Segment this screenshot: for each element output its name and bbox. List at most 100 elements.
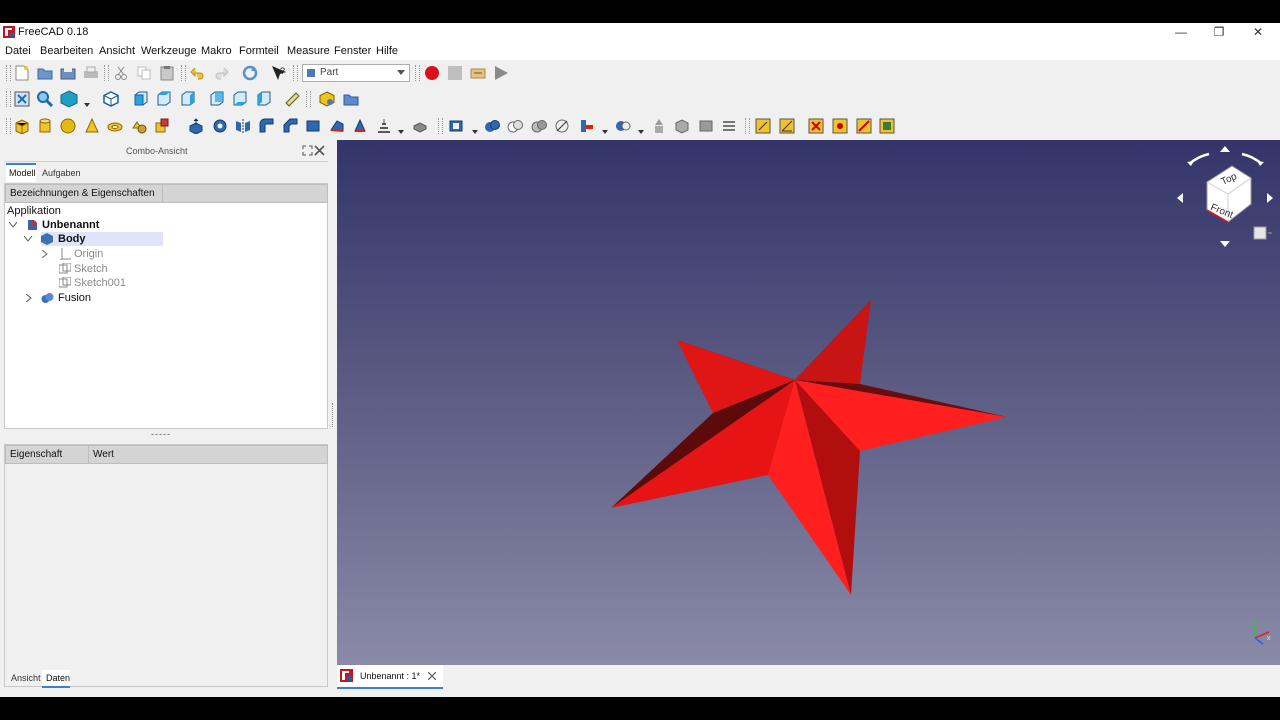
cut-shape-icon[interactable]	[483, 117, 501, 135]
draw-style-icon[interactable]	[60, 90, 78, 108]
float-icon[interactable]	[302, 145, 313, 156]
menu-makro[interactable]: Makro	[201, 45, 232, 57]
document-label: Unbenannt	[42, 219, 100, 231]
make-face-icon[interactable]	[304, 117, 322, 135]
create-group-icon[interactable]	[342, 90, 360, 108]
star-model[interactable]	[337, 140, 1280, 665]
chevron-right-icon	[42, 250, 48, 258]
menu-bearbeiten[interactable]: Bearbeiten	[40, 45, 93, 57]
rear-view-icon[interactable]	[207, 90, 225, 108]
tree-item-body[interactable]: Body	[24, 232, 163, 246]
macro-edit-icon[interactable]	[469, 64, 487, 82]
revolve-icon[interactable]	[211, 117, 229, 135]
cube-icon[interactable]	[13, 117, 31, 135]
join-features-icon[interactable]	[578, 117, 596, 135]
shape-builder-icon[interactable]	[153, 117, 171, 135]
cross-sections-icon[interactable]	[720, 117, 738, 135]
document-tab[interactable]: Unbenannt : 1*	[337, 665, 443, 689]
3d-viewport[interactable]: Top Front x	[337, 140, 1280, 665]
left-view-icon[interactable]	[254, 90, 272, 108]
measure-toggle-delta-icon[interactable]	[878, 117, 896, 135]
measure-toggle-3d-icon[interactable]	[855, 117, 873, 135]
measure-clear-icon[interactable]	[807, 117, 825, 135]
new-file-icon[interactable]	[13, 64, 31, 82]
body-icon	[41, 233, 53, 245]
menu-measure[interactable]: Measure	[287, 45, 330, 57]
body-label: Body	[58, 233, 86, 245]
fit-all-icon[interactable]	[13, 90, 31, 108]
fit-selection-icon[interactable]	[36, 90, 54, 108]
refresh-icon[interactable]	[241, 64, 259, 82]
cut-icon[interactable]	[112, 64, 130, 82]
projection-icon[interactable]	[697, 117, 715, 135]
section-icon[interactable]	[553, 117, 571, 135]
common-icon[interactable]	[530, 117, 548, 135]
bottom-view-icon[interactable]	[230, 90, 248, 108]
navigation-cube[interactable]: Top Front	[1172, 142, 1280, 250]
measure-linear-icon[interactable]	[754, 117, 772, 135]
macro-stop-icon[interactable]	[446, 64, 464, 82]
macro-record-icon[interactable]	[423, 64, 441, 82]
panel-resize-handle[interactable]	[332, 403, 335, 427]
boolean-icon[interactable]	[447, 117, 465, 135]
split-features-icon[interactable]	[614, 117, 632, 135]
menu-werkzeuge[interactable]: Werkzeuge	[141, 45, 196, 57]
ruled-surface-icon[interactable]	[328, 117, 346, 135]
window-title: FreeCAD 0.18	[18, 26, 89, 38]
redo-icon[interactable]	[212, 64, 230, 82]
tab-ansicht[interactable]: Ansicht	[11, 673, 41, 683]
fuse-icon[interactable]	[506, 117, 524, 135]
close-icon[interactable]	[314, 145, 325, 156]
check-geometry-icon[interactable]	[673, 117, 691, 135]
measure-angular-icon[interactable]	[778, 117, 796, 135]
sweep-icon[interactable]	[375, 117, 393, 135]
workbench-selector[interactable]: Part	[302, 64, 410, 82]
top-view-icon[interactable]	[154, 90, 172, 108]
tab-daten[interactable]: Daten	[42, 670, 70, 688]
front-view-icon[interactable]	[131, 90, 149, 108]
mirror-icon[interactable]	[234, 117, 252, 135]
menu-ansicht[interactable]: Ansicht	[99, 45, 135, 57]
close-icon[interactable]	[428, 672, 436, 680]
menu-formteil[interactable]: Formteil	[239, 45, 279, 57]
open-file-icon[interactable]	[36, 64, 54, 82]
save-icon[interactable]	[59, 64, 77, 82]
close-button[interactable]: ✕	[1241, 23, 1275, 42]
cylinder-icon[interactable]	[36, 117, 54, 135]
cone-icon[interactable]	[83, 117, 101, 135]
whats-this-icon[interactable]: ?	[270, 64, 288, 82]
tree-header: Bezeichnungen & Eigenschaften	[5, 184, 163, 203]
minimize-button[interactable]: —	[1164, 23, 1198, 42]
offset-icon[interactable]	[411, 117, 429, 135]
isometric-view-icon[interactable]	[102, 90, 120, 108]
menu-bar: Datei Bearbeiten Ansicht Werkzeuge Makro…	[0, 42, 1280, 60]
property-view: Eigenschaft Wert	[4, 444, 328, 687]
tab-modell[interactable]: Modell	[6, 163, 36, 182]
chamfer-icon[interactable]	[281, 117, 299, 135]
measure-distance-icon[interactable]	[283, 90, 301, 108]
print-icon[interactable]	[82, 64, 100, 82]
macro-run-icon[interactable]	[492, 64, 510, 82]
compound-icon[interactable]	[650, 117, 668, 135]
menu-datei[interactable]: Datei	[5, 45, 31, 57]
menu-hilfe[interactable]: Hilfe	[376, 45, 398, 57]
axis-cross-icon: x	[1254, 622, 1271, 645]
panel-splitter[interactable]: -----	[151, 429, 171, 439]
fillet-icon[interactable]	[257, 117, 275, 135]
restore-button[interactable]: ❐	[1202, 23, 1236, 42]
copy-icon[interactable]	[135, 64, 153, 82]
measure-toggle-all-icon[interactable]	[831, 117, 849, 135]
undo-icon[interactable]	[189, 64, 207, 82]
extrude-icon[interactable]	[187, 117, 205, 135]
sphere-icon[interactable]	[59, 117, 77, 135]
create-part-icon[interactable]	[318, 90, 336, 108]
right-view-icon[interactable]	[178, 90, 196, 108]
property-col-label: Eigenschaft	[10, 449, 63, 460]
menu-fenster[interactable]: Fenster	[334, 45, 371, 57]
torus-icon[interactable]	[106, 117, 124, 135]
paste-icon[interactable]	[158, 64, 176, 82]
tab-modell-label: Modell	[9, 168, 36, 178]
tab-aufgaben[interactable]: Aufgaben	[42, 168, 81, 178]
primitives-icon[interactable]	[130, 117, 148, 135]
loft-icon[interactable]	[351, 117, 369, 135]
